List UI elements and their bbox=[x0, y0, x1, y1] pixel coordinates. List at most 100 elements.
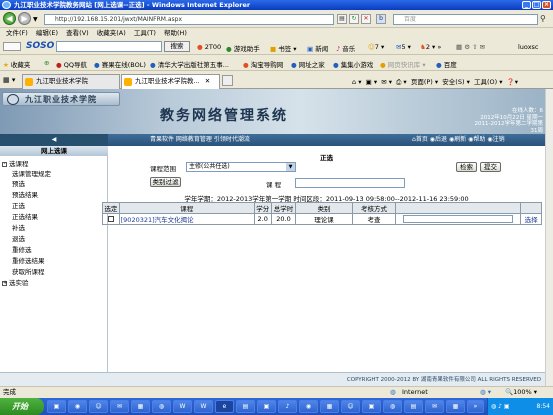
feeds-icon[interactable]: ▣ ▾ bbox=[366, 78, 377, 86]
protected-mode-icon[interactable]: ◍ ▾ bbox=[480, 387, 491, 398]
refresh-link[interactable]: ◉刷新 bbox=[449, 136, 466, 143]
toolbar-item-news[interactable]: ▣ 新闻 bbox=[307, 43, 328, 53]
add-favorite-icon[interactable]: ⊕ bbox=[44, 59, 49, 67]
menu-tools[interactable]: 工具(T) bbox=[134, 29, 156, 37]
compat-icon[interactable]: ▤ bbox=[337, 14, 347, 24]
taskbar-app-17[interactable]: ◍ bbox=[383, 400, 402, 413]
fav-hao123[interactable]: ● 网址之家 bbox=[291, 59, 325, 69]
search-input[interactable]: 百度 bbox=[393, 14, 538, 25]
tray-icons[interactable]: ◍ ♪ ▣ bbox=[488, 398, 510, 415]
taskbar-app-1[interactable]: ▣ bbox=[47, 400, 66, 413]
sidebar-item-preselect-result[interactable]: 预选结果 bbox=[12, 189, 38, 199]
page-menu[interactable]: 页面(P) bbox=[411, 78, 433, 86]
fav-taobao[interactable]: ● 淘宝导购网 bbox=[243, 59, 283, 69]
home-icon[interactable]: ⌂ ▾ bbox=[352, 78, 361, 86]
fav-webslice[interactable]: ● 网页快讯库 ▾ bbox=[380, 59, 426, 69]
taskbar-app-7[interactable]: W bbox=[173, 400, 192, 413]
toolbar-item-bookmark[interactable]: ■ 书签 ▾ bbox=[270, 43, 297, 53]
sidebar-item-retake-result[interactable]: 重修选结果 bbox=[12, 255, 45, 265]
sidebar-item-select-course[interactable]: - 选课程 bbox=[2, 158, 29, 168]
choose-link[interactable]: 选择 bbox=[520, 213, 542, 225]
sidebar-item-rules[interactable]: 选课管理规定 bbox=[12, 168, 51, 178]
taskbar-app-14[interactable]: ▦ bbox=[320, 400, 339, 413]
back-icon[interactable]: ◀ bbox=[3, 12, 16, 25]
toolbar-item-game[interactable]: ● 游戏助手 bbox=[226, 43, 260, 53]
print-icon[interactable]: ⎙ ▾ bbox=[396, 78, 407, 86]
taskbar-more-icon[interactable]: » bbox=[467, 400, 484, 413]
taskbar-app-2[interactable]: ◉ bbox=[68, 400, 87, 413]
toolbar-item-7[interactable]: ☺7 ▾ bbox=[368, 43, 384, 51]
sidebar-item-formal[interactable]: 正选 bbox=[12, 200, 25, 210]
soso-search-button[interactable]: 搜索 bbox=[164, 41, 190, 52]
toolbar-item-2t00[interactable]: ● 2T00 bbox=[197, 43, 221, 51]
course-range-select[interactable]: 主修(公共任选) ▼ bbox=[186, 162, 296, 172]
taskbar-app-13[interactable]: ◉ bbox=[299, 400, 318, 413]
taskbar-app-10[interactable]: ▤ bbox=[236, 400, 255, 413]
sidebar-item-withdraw[interactable]: 退选 bbox=[12, 233, 25, 243]
safety-menu[interactable]: 安全(S) bbox=[442, 78, 464, 86]
quick-tabs-icon[interactable]: ▦ ▾ bbox=[3, 76, 15, 84]
toolbar-item-mail[interactable]: ✉5 ▾ bbox=[396, 43, 411, 51]
tab-school-home[interactable]: 九江职业技术学院 bbox=[22, 74, 120, 89]
close-button[interactable]: × bbox=[542, 1, 551, 9]
sidebar-item-retake[interactable]: 重修选 bbox=[12, 244, 32, 254]
collapse-arrow-icon[interactable]: ◀ bbox=[0, 134, 108, 146]
toolbar-user[interactable]: luoxsc bbox=[518, 43, 539, 51]
menu-help[interactable]: 帮助(H) bbox=[164, 29, 187, 37]
minimize-button[interactable]: _ bbox=[522, 1, 531, 9]
taskbar-app-15[interactable]: ☺ bbox=[341, 400, 360, 413]
sidebar-item-formal-result[interactable]: 正选结果 bbox=[12, 211, 38, 221]
tools-menu[interactable]: 工具(O) bbox=[474, 78, 497, 86]
sidebar-item-experiment[interactable]: + 选实验 bbox=[2, 277, 29, 287]
menu-view[interactable]: 查看(V) bbox=[66, 29, 89, 37]
mail-icon[interactable]: ✉ ▾ bbox=[381, 78, 392, 86]
menu-edit[interactable]: 编辑(E) bbox=[36, 29, 58, 37]
maximize-button[interactable]: □ bbox=[532, 1, 541, 9]
taskbar-app-11[interactable]: ▣ bbox=[257, 400, 276, 413]
forward-icon[interactable]: ▶ bbox=[18, 12, 31, 25]
class-input[interactable] bbox=[403, 215, 514, 223]
fav-baidu[interactable]: ● 百度 bbox=[436, 59, 457, 69]
taskbar-app-5[interactable]: ▦ bbox=[131, 400, 150, 413]
fav-qq-nav[interactable]: ● QQ导航 bbox=[56, 59, 87, 69]
new-tab-button[interactable] bbox=[222, 75, 233, 86]
taskbar-app-8[interactable]: W bbox=[194, 400, 213, 413]
sidebar-item-preselect[interactable]: 预选 bbox=[12, 178, 25, 188]
address-input[interactable]: http://192.168.15.201/jwxt/MAINFRM.aspx bbox=[44, 14, 334, 25]
logout-link[interactable]: ◉注销 bbox=[487, 136, 504, 143]
refresh-icon[interactable]: ↻ bbox=[349, 14, 359, 24]
help-icon[interactable]: ❓▾ bbox=[507, 78, 518, 86]
taskbar-app-16[interactable]: ▣ bbox=[362, 400, 381, 413]
taskbar-app-12[interactable]: ♪ bbox=[278, 400, 297, 413]
taskbar-app-3[interactable]: ☺ bbox=[89, 400, 108, 413]
taskbar-app-20[interactable]: ▦ bbox=[446, 400, 465, 413]
toolbar-item-qq[interactable]: ♞2 ▾ » bbox=[420, 43, 441, 51]
favorites-button[interactable]: ★ 收藏夹 bbox=[3, 59, 30, 69]
search-button[interactable]: 检索 bbox=[456, 162, 477, 172]
home-link[interactable]: ⌂首页 bbox=[412, 136, 428, 143]
tab-academic-system[interactable]: 九江职业技术学院教... ✕ bbox=[121, 74, 220, 89]
fav-games[interactable]: ● 集集小游戏 bbox=[333, 59, 373, 69]
help-link[interactable]: ◉帮助 bbox=[468, 136, 485, 143]
taskbar-app-6[interactable]: ◍ bbox=[152, 400, 171, 413]
taskbar-app-4[interactable]: ✉ bbox=[110, 400, 129, 413]
taskbar-app-ie[interactable]: e bbox=[215, 400, 234, 413]
search-icon[interactable]: ⚲ bbox=[540, 14, 546, 23]
scrollbar[interactable] bbox=[545, 89, 553, 386]
dropdown-icon[interactable]: ▼ bbox=[33, 16, 38, 23]
sidebar-item-get-courses[interactable]: 获取所课程 bbox=[12, 266, 45, 276]
start-button[interactable]: 开始 bbox=[0, 398, 44, 415]
fav-tsinghua[interactable]: ● 清华大学出版社第五事... bbox=[150, 59, 229, 69]
menu-file[interactable]: 文件(F) bbox=[6, 29, 28, 37]
category-filter-button[interactable]: 类别过滤 bbox=[150, 177, 181, 187]
course-input[interactable] bbox=[295, 178, 405, 188]
back-link[interactable]: ◉后退 bbox=[430, 136, 447, 143]
soso-search-input[interactable] bbox=[56, 41, 162, 52]
submit-button[interactable]: 提交 bbox=[480, 162, 501, 172]
stop-icon[interactable]: ✕ bbox=[361, 14, 371, 24]
taskbar-app-18[interactable]: ▤ bbox=[404, 400, 423, 413]
toolbar-icons[interactable]: ▦ ⚙ ⇧ ✉ bbox=[456, 43, 485, 51]
course-name[interactable]: [9020321]汽车文化揭论 bbox=[118, 213, 255, 225]
zoom-level[interactable]: 🔍100% ▾ bbox=[505, 387, 537, 398]
toolbar-item-music[interactable]: ♪ 音乐 bbox=[336, 43, 355, 53]
